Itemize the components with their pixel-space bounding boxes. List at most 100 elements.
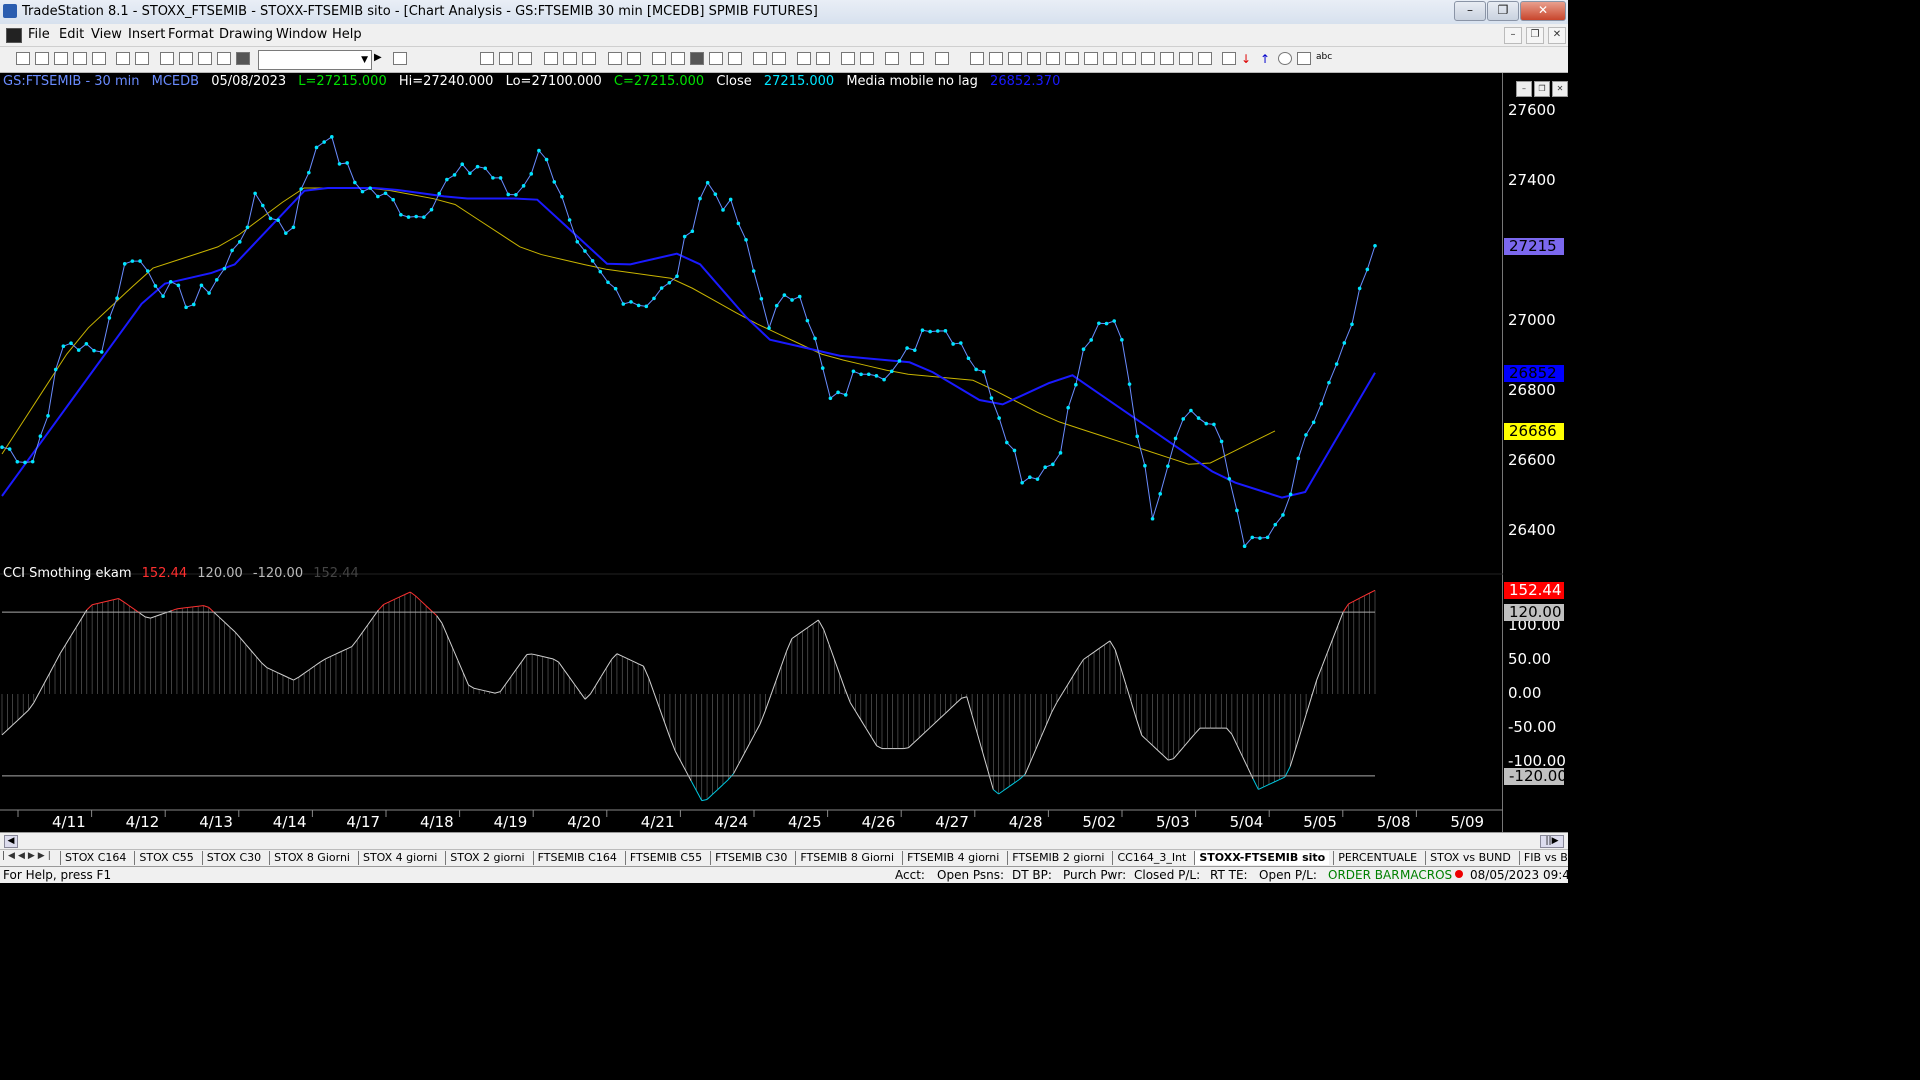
- sub-close-button[interactable]: ✕: [1552, 81, 1568, 97]
- tab-ftsemib-c30[interactable]: FTSEMIB C30: [710, 851, 791, 865]
- tab-fib-vs-bund[interactable]: FIB vs BUND: [1518, 851, 1597, 865]
- save-icon[interactable]: [92, 52, 106, 65]
- curve-icon[interactable]: [1222, 52, 1236, 65]
- delete-icon[interactable]: [935, 52, 949, 65]
- close-button[interactable]: ✕: [1520, 1, 1566, 21]
- window-icon[interactable]: [160, 52, 174, 65]
- mdi-minimize-button[interactable]: –: [1504, 27, 1522, 44]
- radar-icon[interactable]: [499, 52, 513, 65]
- candle-icon[interactable]: [582, 52, 596, 65]
- print-icon[interactable]: [135, 52, 149, 65]
- chart-window[interactable]: GS:FTSEMIB - 30 min MCEDB 05/08/2023 L=2…: [0, 73, 1568, 833]
- chart-tool-icon[interactable]: [480, 52, 494, 65]
- menu-file[interactable]: File: [28, 27, 50, 42]
- symbol-combo[interactable]: ▼: [258, 50, 372, 70]
- new-icon[interactable]: [16, 52, 30, 65]
- parallel-icon[interactable]: [1160, 52, 1174, 65]
- tab-stox-8-giorni[interactable]: STOX 8 Giorni: [269, 851, 354, 865]
- menu-window[interactable]: Window: [276, 27, 327, 42]
- tools-icon[interactable]: [217, 52, 231, 65]
- zoom-in-icon[interactable]: [797, 52, 811, 65]
- gann-icon[interactable]: [1065, 52, 1079, 65]
- tab-ftsemib-c164[interactable]: FTSEMIB C164: [532, 851, 621, 865]
- channel-icon[interactable]: [1027, 52, 1041, 65]
- arrow-up-icon[interactable]: ↑: [1260, 52, 1274, 66]
- vertical-line-icon[interactable]: [989, 52, 1003, 65]
- tab-ftsemib-2-giorni[interactable]: FTSEMIB 2 giorni: [1007, 851, 1108, 865]
- menu-format[interactable]: Format: [168, 27, 214, 42]
- mdi-close-button[interactable]: ✕: [1548, 27, 1566, 44]
- find-icon[interactable]: [393, 52, 407, 65]
- mdi-restore-button[interactable]: ❐: [1526, 27, 1544, 44]
- chart-scrollbar[interactable]: ◀ ||▶: [0, 832, 1568, 849]
- arrow-down-icon[interactable]: ↓: [1241, 52, 1255, 66]
- menu-view[interactable]: View: [91, 27, 122, 42]
- trendline-icon[interactable]: [970, 52, 984, 65]
- tab-percentuale[interactable]: PERCENTUALE: [1333, 851, 1421, 865]
- fibonacci-icon[interactable]: [1046, 52, 1060, 65]
- tab-stox-2-giorni[interactable]: STOX 2 giorni: [445, 851, 528, 865]
- tab-stoxx-ftsemib-sito[interactable]: STOXX-FTSEMIB sito: [1194, 851, 1330, 865]
- price-chart[interactable]: [0, 73, 1568, 833]
- scroll-left-icon[interactable]: ◀: [4, 835, 18, 848]
- sub-minimize-button[interactable]: –: [1516, 81, 1532, 97]
- zoom-out-icon[interactable]: [816, 52, 830, 65]
- arrow-line-icon[interactable]: [1141, 52, 1155, 65]
- maximize-button[interactable]: ❐: [1487, 1, 1519, 21]
- chart-window-icon[interactable]: [6, 28, 22, 43]
- status-order-bar[interactable]: ORDER BAR: [1328, 868, 1400, 882]
- pencil-icon[interactable]: [1198, 52, 1212, 65]
- menu-insert[interactable]: Insert: [128, 27, 165, 42]
- pointer-icon[interactable]: [841, 52, 855, 65]
- cci-line-segment: [330, 653, 337, 657]
- fib-time-icon[interactable]: [1103, 52, 1117, 65]
- new-workspace-icon[interactable]: [73, 52, 87, 65]
- crosshair-icon[interactable]: [860, 52, 874, 65]
- indicator-icon[interactable]: [652, 52, 666, 65]
- lock-icon[interactable]: [198, 52, 212, 65]
- compress-icon[interactable]: [753, 52, 767, 65]
- tab-ftsemib-8-giorni[interactable]: FTSEMIB 8 Giorni: [795, 851, 898, 865]
- tab-cc164-3-int[interactable]: CC164_3_Int: [1112, 851, 1190, 865]
- matrix-icon[interactable]: [518, 52, 532, 65]
- open-workspace-icon[interactable]: [54, 52, 68, 65]
- wrench-icon[interactable]: [885, 52, 899, 65]
- menu-help[interactable]: Help: [332, 27, 362, 42]
- scanner-icon[interactable]: [608, 52, 622, 65]
- menu-edit[interactable]: Edit: [59, 27, 84, 42]
- print-preview-icon[interactable]: [116, 52, 130, 65]
- line-chart-icon[interactable]: [563, 52, 577, 65]
- tile-icon[interactable]: [179, 52, 193, 65]
- sub-restore-button[interactable]: ❐: [1534, 81, 1550, 97]
- strategy-icon[interactable]: [627, 52, 641, 65]
- arc-icon[interactable]: [1179, 52, 1193, 65]
- arrow-right-icon[interactable]: ▶: [374, 52, 388, 65]
- ohlc-icon[interactable]: [728, 52, 742, 65]
- tab-navigation-icons[interactable]: |◀◀▶▶|: [2, 851, 54, 861]
- scroll-right-icon[interactable]: ||▶: [1540, 835, 1564, 848]
- rectangle-icon[interactable]: [1297, 52, 1311, 65]
- minimize-button[interactable]: –: [1454, 1, 1486, 21]
- ellipse-icon[interactable]: [1278, 52, 1292, 65]
- tab-stox-c55[interactable]: STOX C55: [134, 851, 197, 865]
- bar-type-icon[interactable]: [709, 52, 723, 65]
- tab-stox-vs-bund[interactable]: STOX vs BUND: [1425, 851, 1515, 865]
- andrews-icon[interactable]: [1122, 52, 1136, 65]
- shortcut-icon[interactable]: [236, 52, 250, 65]
- tab-stox-c164[interactable]: STOX C164: [60, 851, 130, 865]
- tab-ftsemib-4-giorni[interactable]: FTSEMIB 4 giorni: [902, 851, 1003, 865]
- status-macros[interactable]: MACROS: [1400, 868, 1452, 882]
- open-icon[interactable]: [35, 52, 49, 65]
- format-icon[interactable]: [910, 52, 924, 65]
- tab-stox-4-giorni[interactable]: STOX 4 giorni: [357, 851, 441, 865]
- data-window-icon[interactable]: [690, 52, 704, 65]
- horizontal-line-icon[interactable]: [1008, 52, 1022, 65]
- analysis-icon[interactable]: [671, 52, 685, 65]
- text-icon[interactable]: abc: [1316, 52, 1332, 65]
- tab-ftsemib-c55[interactable]: FTSEMIB C55: [624, 851, 706, 865]
- expand-icon[interactable]: [772, 52, 786, 65]
- speed-line-icon[interactable]: [1084, 52, 1098, 65]
- bar-chart-icon[interactable]: [544, 52, 558, 65]
- menu-drawing[interactable]: Drawing: [219, 27, 273, 42]
- tab-stox-c30[interactable]: STOX C30: [201, 851, 265, 865]
